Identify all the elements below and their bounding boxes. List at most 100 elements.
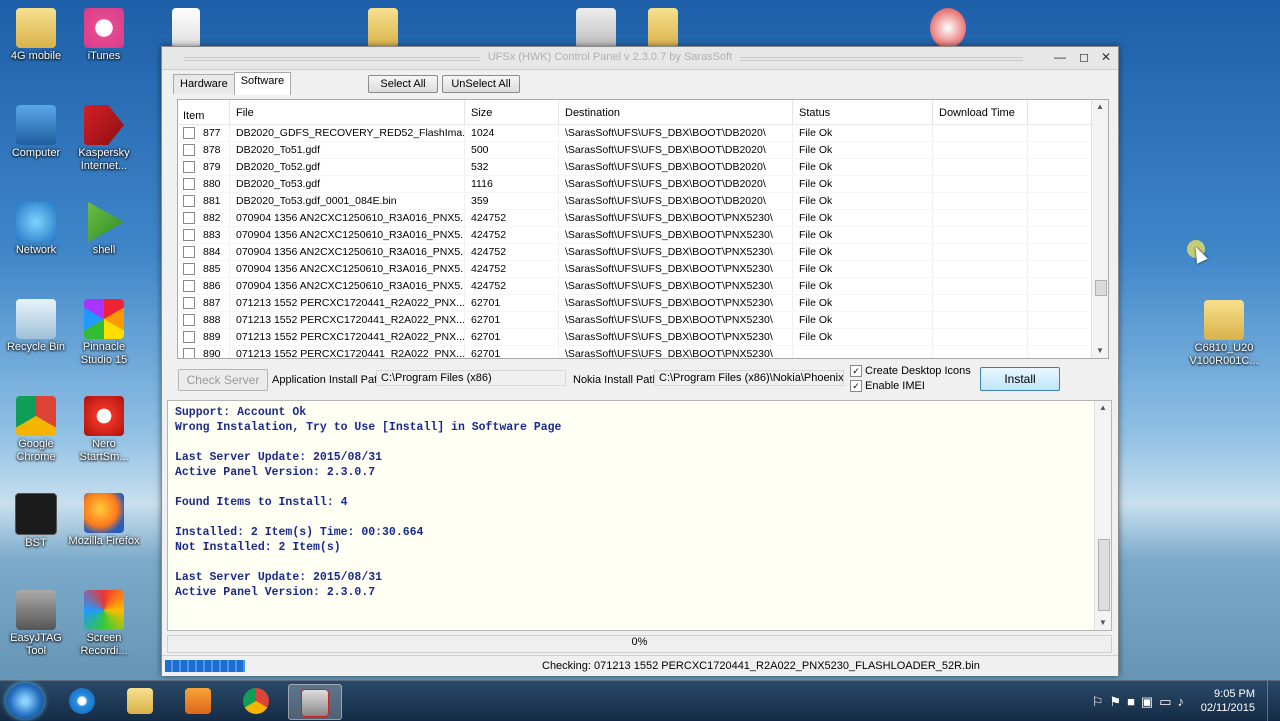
- select-all-button[interactable]: Select All: [368, 75, 438, 93]
- taskbar-media-player[interactable]: [172, 684, 224, 718]
- col-destination[interactable]: Destination: [559, 100, 793, 124]
- unselect-all-button[interactable]: UnSelect All: [442, 75, 520, 93]
- log-panel[interactable]: Support: Account Ok Wrong Instalation, T…: [167, 400, 1112, 631]
- desktop-shortcut-label: Computer: [11, 147, 61, 159]
- desktop-shortcut[interactable]: Screen Recordi...: [68, 590, 140, 658]
- title-bar[interactable]: UFSx (HWK) Control Panel v 2.3.0.7 by Sa…: [162, 47, 1118, 70]
- row-item: 880: [203, 178, 221, 190]
- taskbar-explorer[interactable]: [114, 684, 166, 718]
- desktop-shortcut[interactable]: iTunes: [68, 8, 140, 63]
- col-size[interactable]: Size: [465, 100, 559, 124]
- desktop-shortcut-label: Recycle Bin: [6, 341, 66, 353]
- table-row[interactable]: 878 DB2020_To51.gdf 500 \SarasSoft\UFS\UFS_…: [178, 142, 1108, 159]
- table-row[interactable]: 890 071213 1552 PERCXC1720441_R2A022_PNX.…: [178, 346, 1108, 358]
- desktop-shortcut[interactable]: Network: [0, 202, 72, 257]
- desktop-folder-icon[interactable]: [347, 8, 419, 50]
- table-row[interactable]: 882 070904 1356 AN2CXC1250610_R3A016_PNX5…: [178, 210, 1108, 227]
- row-checkbox[interactable]: [183, 314, 195, 326]
- mouse-pointer-icon: [1190, 244, 1208, 264]
- row-checkbox[interactable]: [183, 229, 195, 241]
- checkmark-icon: ✓: [850, 380, 862, 392]
- row-checkbox[interactable]: [183, 331, 195, 343]
- row-checkbox[interactable]: [183, 127, 195, 139]
- scroll-thumb[interactable]: [1098, 539, 1110, 611]
- table-row[interactable]: 877 DB2020_GDFS_RECOVERY_RED52_FlashIma..…: [178, 125, 1108, 142]
- row-checkbox[interactable]: [183, 195, 195, 207]
- scroll-down-icon[interactable]: ▼: [1095, 616, 1111, 630]
- desktop-shortcut[interactable]: Mozilla Firefox: [68, 493, 140, 548]
- table-row[interactable]: 888 071213 1552 PERCXC1720441_R2A022_PNX.…: [178, 312, 1108, 329]
- kaspersky-icon: [84, 105, 124, 145]
- table-row[interactable]: 880 DB2020_To53.gdf 1116 \SarasSoft\UFS\UFS…: [178, 176, 1108, 193]
- row-checkbox[interactable]: [183, 297, 195, 309]
- desktop-shortcut[interactable]: BST: [0, 493, 72, 550]
- maximize-icon[interactable]: ◻: [1076, 50, 1092, 64]
- desktop-shortcut[interactable]: EasyJTAG Tool: [0, 590, 72, 658]
- scroll-up-icon[interactable]: ▲: [1092, 100, 1108, 114]
- log-scrollbar[interactable]: ▲ ▼: [1094, 401, 1111, 630]
- setup-icon[interactable]: [912, 8, 984, 50]
- enable-imei-checkbox[interactable]: ✓ Enable IMEI: [850, 380, 925, 392]
- desktop-shortcut[interactable]: Google Chrome: [0, 396, 72, 464]
- desktop-file-icon[interactable]: [150, 8, 222, 50]
- row-destination: \SarasSoft\UFS\UFS_DBX\BOOT\PNX5230\: [559, 244, 793, 260]
- desktop-shortcut[interactable]: C6810_U20 V100R001C...: [1188, 300, 1260, 368]
- row-checkbox[interactable]: [183, 348, 195, 358]
- table-row[interactable]: 887 071213 1552 PERCXC1720441_R2A022_PNX.…: [178, 295, 1108, 312]
- scroll-down-icon[interactable]: ▼: [1092, 344, 1108, 358]
- clock[interactable]: 9:05 PM 02/11/2015: [1201, 687, 1255, 715]
- desktop-shortcut[interactable]: Pinnacle Studio 15: [68, 299, 140, 367]
- table-row[interactable]: 879 DB2020_To52.gdf 532 \SarasSoft\UFS\UFS_…: [178, 159, 1108, 176]
- table-row[interactable]: 885 070904 1356 AN2CXC1250610_R3A016_PNX5…: [178, 261, 1108, 278]
- clock-time: 9:05 PM: [1214, 688, 1255, 700]
- tab-software[interactable]: Software: [233, 72, 292, 95]
- tray-icons[interactable]: ⚐⚑■▣▭♪: [1092, 694, 1190, 710]
- desktop-shortcut[interactable]: Nero StartSm...: [68, 396, 140, 464]
- desktop-folder-icon[interactable]: [627, 8, 699, 50]
- row-checkbox[interactable]: [183, 178, 195, 190]
- start-button[interactable]: [6, 683, 44, 719]
- desktop-shortcut[interactable]: shell: [68, 202, 140, 257]
- check-server-button[interactable]: Check Server: [178, 369, 268, 391]
- col-file[interactable]: File: [230, 100, 465, 124]
- desktop-shortcut[interactable]: Kaspersky Internet...: [68, 105, 140, 173]
- row-checkbox[interactable]: [183, 161, 195, 173]
- table-row[interactable]: 884 070904 1356 AN2CXC1250610_R3A016_PNX5…: [178, 244, 1108, 261]
- row-checkbox[interactable]: [183, 280, 195, 292]
- show-desktop-button[interactable]: [1267, 681, 1280, 721]
- progress-percent: 0%: [631, 636, 648, 648]
- app-install-path-field[interactable]: C:\Program Files (x86): [376, 370, 566, 386]
- table-row[interactable]: 886 070904 1356 AN2CXC1250610_R3A016_PNX5…: [178, 278, 1108, 295]
- table-scrollbar[interactable]: ▲ ▼: [1091, 100, 1108, 358]
- table-row[interactable]: 881 DB2020_To53.gdf_0001_084E.bin 359 \Sara…: [178, 193, 1108, 210]
- install-button[interactable]: Install: [980, 367, 1060, 391]
- row-file: 070904 1356 AN2CXC1250610_R3A016_PNX5...: [230, 278, 465, 294]
- scroll-thumb[interactable]: [1095, 280, 1107, 296]
- close-icon[interactable]: ✕: [1098, 50, 1114, 64]
- row-destination: \SarasSoft\UFS\UFS_DBX\BOOT\PNX5230\: [559, 295, 793, 311]
- row-checkbox[interactable]: [183, 212, 195, 224]
- table-row[interactable]: 889 071213 1552 PERCXC1720441_R2A022_PNX.…: [178, 329, 1108, 346]
- col-status[interactable]: Status: [793, 100, 933, 124]
- scroll-up-icon[interactable]: ▲: [1095, 401, 1111, 415]
- desktop-shortcut[interactable]: 4G mobile: [0, 8, 72, 63]
- table-row[interactable]: 883 070904 1356 AN2CXC1250610_R3A016_PNX5…: [178, 227, 1108, 244]
- row-checkbox[interactable]: [183, 144, 195, 156]
- desktop-shortcut[interactable]: Recycle Bin: [0, 299, 72, 354]
- col-download-time[interactable]: Download Time: [933, 100, 1028, 124]
- ufd-icon[interactable]: [560, 8, 632, 50]
- minimize-icon[interactable]: —: [1052, 50, 1068, 64]
- row-checkbox[interactable]: [183, 246, 195, 258]
- desktop-shortcut[interactable]: Computer: [0, 105, 72, 160]
- desktop-shortcut-label: Mozilla Firefox: [68, 535, 140, 547]
- taskbar-ufsx[interactable]: [288, 684, 342, 720]
- nokia-install-path-field[interactable]: C:\Program Files (x86)\Nokia\Phoenix: [654, 370, 844, 386]
- row-download-time: [933, 346, 1028, 358]
- taskbar-chrome[interactable]: [230, 684, 282, 718]
- row-checkbox[interactable]: [183, 263, 195, 275]
- col-item[interactable]: Item: [178, 100, 230, 124]
- taskbar-ie[interactable]: [56, 684, 108, 718]
- create-desktop-icons-checkbox[interactable]: ✓ Create Desktop Icons: [850, 365, 971, 377]
- tab-hardware[interactable]: Hardware: [173, 74, 235, 94]
- desktop-shortcut-label: iTunes: [87, 50, 121, 62]
